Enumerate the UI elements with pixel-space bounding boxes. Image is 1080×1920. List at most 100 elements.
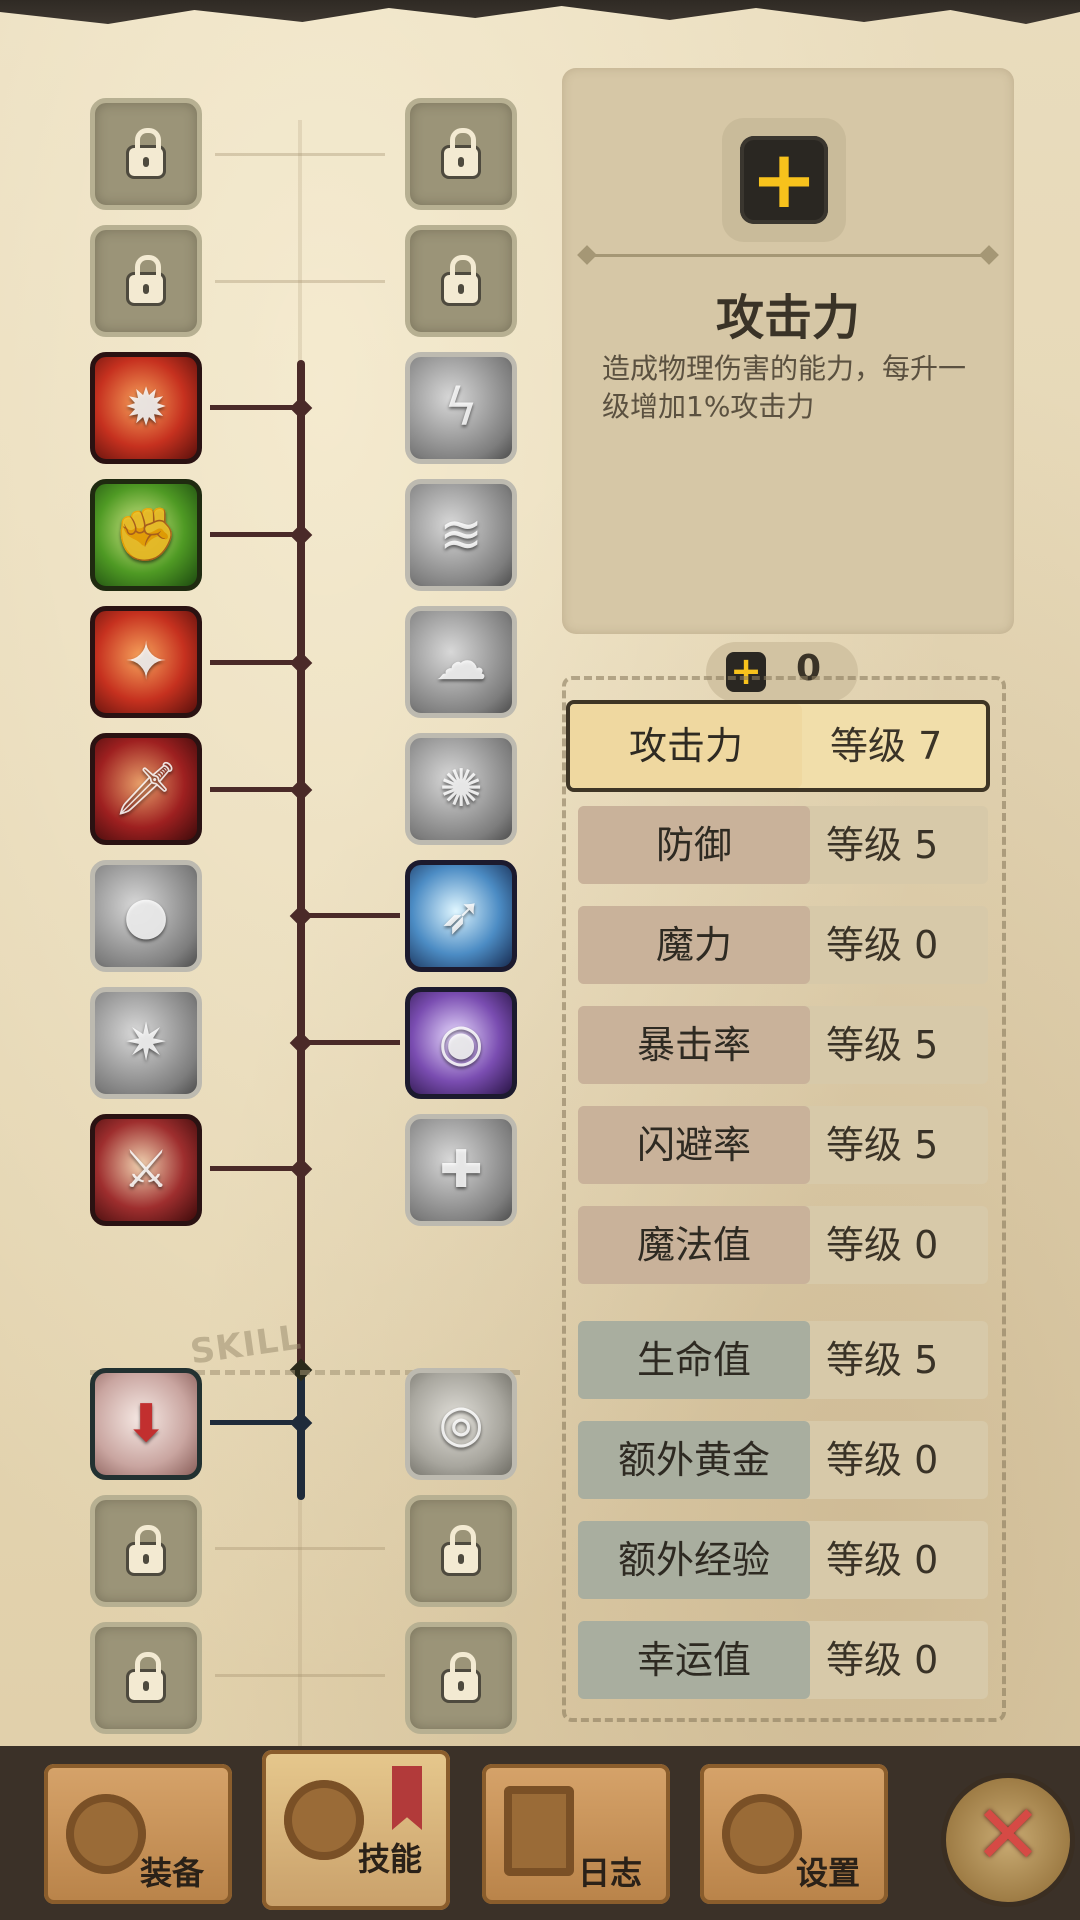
skill-smoke[interactable]: ☁: [405, 606, 517, 718]
stat-row-extra-exp[interactable]: 额外经验 等级 0: [578, 1521, 988, 1599]
stat-icon-frame: +: [722, 118, 846, 242]
speed-dash-icon: ≋: [439, 505, 483, 565]
skill-burst[interactable]: ✺: [405, 733, 517, 845]
strike-icon: ✦: [124, 632, 168, 692]
stat-name: 魔力: [578, 906, 810, 984]
lock-icon: [444, 1525, 478, 1573]
stat-name: 暴击率: [578, 1006, 810, 1084]
lock-icon: [444, 1652, 478, 1700]
muscle-arm-icon: ✊: [113, 505, 179, 565]
skill-slot-locked[interactable]: [405, 1495, 517, 1607]
wind-blade-icon: ➶: [439, 886, 483, 946]
skill-branch: [300, 1040, 400, 1045]
skill-cauldron[interactable]: ⬇: [90, 1368, 202, 1480]
tab-settings[interactable]: 设置: [700, 1764, 888, 1904]
cauldron-icon: ⬇: [124, 1394, 168, 1454]
crossed-swords-icon: ⚔: [122, 1140, 170, 1200]
tab-label: 技能: [358, 1840, 423, 1878]
stat-name: 幸运值: [578, 1621, 810, 1699]
skill-crossed-swords[interactable]: ⚔: [90, 1114, 202, 1226]
stat-level: 等级 5: [826, 1338, 939, 1382]
close-button[interactable]: ✕: [946, 1778, 1070, 1902]
stat-row-crit-rate[interactable]: 暴击率 等级 5: [578, 1006, 988, 1084]
stat-row-defense[interactable]: 防御 等级 5: [578, 806, 988, 884]
stat-name: 防御: [578, 806, 810, 884]
skill-slot-locked[interactable]: [90, 1495, 202, 1607]
stat-name: 生命值: [578, 1321, 810, 1399]
tab-label: 设置: [796, 1854, 861, 1892]
skill-slot-locked[interactable]: [405, 98, 517, 210]
branch-node: [289, 1157, 313, 1181]
stat-level: 等级 5: [826, 823, 939, 867]
tab-journal[interactable]: 日志: [482, 1764, 670, 1904]
stat-title: 攻击力: [715, 290, 860, 346]
branch-node: [289, 1031, 313, 1055]
lightning-icon: ϟ: [443, 378, 479, 438]
skill-speed-dash[interactable]: ≋: [405, 479, 517, 591]
close-icon: ✕: [973, 1788, 1043, 1883]
dark-orb-icon: ◉: [438, 1013, 484, 1073]
stat-row-mana[interactable]: 魔法值 等级 0: [578, 1206, 988, 1284]
stat-level: 等级 0: [826, 1438, 939, 1482]
skill-shatter[interactable]: ✷: [90, 987, 202, 1099]
skill-slot-locked[interactable]: [90, 225, 202, 337]
branch-node: [289, 1411, 313, 1435]
stat-name: 魔法值: [578, 1206, 810, 1284]
lock-icon: [129, 1525, 163, 1573]
lock-icon: [129, 255, 163, 303]
torn-top-edge: [0, 0, 1080, 24]
stat-row-magic-power[interactable]: 魔力 等级 0: [578, 906, 988, 984]
skill-dark-orb[interactable]: ◉: [405, 987, 517, 1099]
stat-description-panel: + 攻击力 造成物理伤害的能力，每升一级增加1%攻击力: [562, 68, 1014, 634]
skill-lightning[interactable]: ϟ: [405, 352, 517, 464]
branch-node: [289, 904, 313, 928]
skill-trunk-lower: [297, 1370, 305, 1500]
stat-row-luck[interactable]: 幸运值 等级 0: [578, 1621, 988, 1699]
skill-ring-icon: [284, 1780, 364, 1860]
skill-dash-figure[interactable]: ●: [90, 860, 202, 972]
skill-watermark: SKILL: [187, 1317, 305, 1373]
skill-slot-locked[interactable]: [90, 98, 202, 210]
axe-icon: [66, 1794, 146, 1874]
skill-branch: [210, 532, 300, 537]
stat-level: 等级 0: [826, 1538, 939, 1582]
stat-row-attack[interactable]: 攻击力 等级 7: [566, 700, 990, 792]
skill-muscle-arm[interactable]: ✊: [90, 479, 202, 591]
dagger-icon: 🗡: [112, 759, 180, 819]
skill-eye[interactable]: ◎: [405, 1368, 517, 1480]
lock-icon: [444, 255, 478, 303]
tab-equipment[interactable]: 装备: [44, 1764, 232, 1904]
stat-row-dodge-rate[interactable]: 闪避率 等级 5: [578, 1106, 988, 1184]
branch-node: [289, 778, 313, 802]
burst-icon: ✺: [439, 759, 483, 819]
skill-wind-blade[interactable]: ➶: [405, 860, 517, 972]
skill-sparkle-figure[interactable]: ✚: [405, 1114, 517, 1226]
skill-strike[interactable]: ✦: [90, 606, 202, 718]
branch-node: [289, 651, 313, 675]
skill-dagger[interactable]: 🗡: [90, 733, 202, 845]
branch-node: [289, 396, 313, 420]
fire-rage-icon: ✹: [124, 378, 168, 438]
stat-description: 造成物理伤害的能力，每升一级增加1%攻击力: [602, 352, 967, 423]
tab-label: 装备: [140, 1854, 205, 1892]
branch-node: [289, 523, 313, 547]
stat-level: 等级 5: [826, 1123, 939, 1167]
lock-icon: [129, 128, 163, 176]
skill-slot-locked[interactable]: [405, 1622, 517, 1734]
panel-divider: [584, 254, 992, 257]
skill-fire-rage[interactable]: ✹: [90, 352, 202, 464]
stat-name: 攻击力: [570, 704, 802, 788]
dash-figure-icon: ●: [123, 886, 169, 946]
gear-icon: [722, 1794, 802, 1874]
skill-branch: [210, 787, 300, 792]
stat-row-health[interactable]: 生命值 等级 5: [578, 1321, 988, 1399]
stat-level: 等级 5: [826, 1023, 939, 1067]
skill-slot-locked[interactable]: [405, 225, 517, 337]
stat-row-extra-gold[interactable]: 额外黄金 等级 0: [578, 1421, 988, 1499]
skill-slot-locked[interactable]: [90, 1622, 202, 1734]
skill-branch: [210, 1166, 300, 1171]
skill-branch: [300, 913, 400, 918]
stat-name: 额外黄金: [578, 1421, 810, 1499]
tab-label: 日志: [578, 1854, 643, 1892]
journal-icon: [504, 1786, 574, 1876]
